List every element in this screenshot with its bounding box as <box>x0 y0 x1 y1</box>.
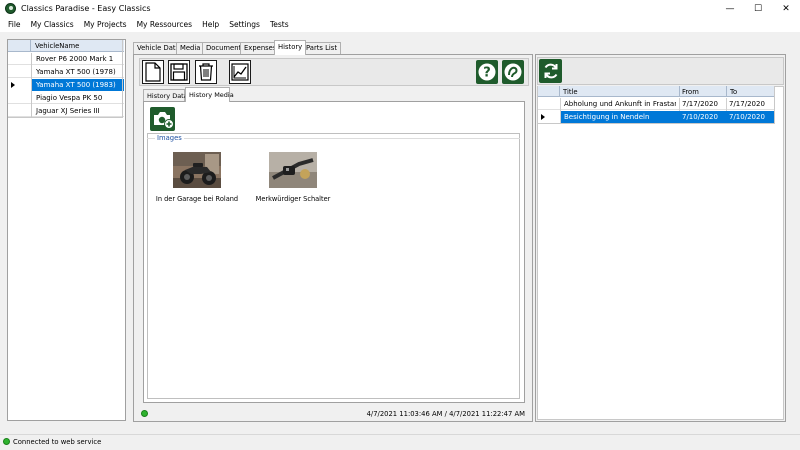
web-service-status-icon <box>3 438 10 445</box>
save-icon <box>170 63 188 81</box>
minimize-icon: — <box>725 4 735 14</box>
history-title: Abholung und Ankunft in Frastanz <box>564 100 676 108</box>
trash-icon <box>199 63 213 81</box>
vehicle-name: Yamaha XT 500 (1983) <box>36 81 116 89</box>
title-column-header[interactable]: Title <box>563 88 578 96</box>
vehicle-name: Rover P6 2000 Mark 1 <box>36 55 114 63</box>
chart-icon <box>231 63 249 81</box>
chart-button[interactable] <box>229 60 251 84</box>
vehicle-name-column-header[interactable]: VehicleName <box>35 42 79 50</box>
maximize-icon: ☐ <box>753 4 763 14</box>
menu-my-classics[interactable]: My Classics <box>26 18 79 32</box>
minimize-button[interactable]: — <box>716 0 744 18</box>
new-document-icon <box>145 62 161 82</box>
close-icon: ✕ <box>782 4 790 14</box>
app-icon <box>5 3 16 14</box>
maximize-button[interactable]: ☐ <box>744 0 772 18</box>
new-button[interactable] <box>142 60 164 84</box>
row-selector-icon <box>541 114 545 120</box>
menu-my-ressources[interactable]: My Ressources <box>132 18 198 32</box>
history-row-0[interactable]: Abholung und Ankunft in Frastanz 7/17/20… <box>538 98 774 110</box>
handlebar-switch-photo-icon <box>269 152 317 188</box>
tab-history-media[interactable]: History Media <box>185 87 234 102</box>
support-icon <box>504 63 522 81</box>
add-image-button[interactable] <box>150 107 175 131</box>
from-column-header[interactable]: From <box>682 88 699 96</box>
vehicle-row-4[interactable]: Jaguar XJ Series III <box>8 105 124 117</box>
vehicle-name: Jaguar XJ Series III <box>36 107 100 115</box>
images-group-label: Images <box>155 134 184 142</box>
tab-history-data[interactable]: History Data <box>143 89 188 101</box>
record-timestamps: 4/7/2021 11:03:46 AM / 4/7/2021 11:22:47… <box>366 410 525 418</box>
camera-add-icon <box>153 112 174 129</box>
to-column-header[interactable]: To <box>730 88 737 96</box>
vehicle-row-0[interactable]: Rover P6 2000 Mark 1 <box>8 53 124 65</box>
vehicle-row-2[interactable]: Yamaha XT 500 (1983) <box>8 79 124 91</box>
history-from: 7/17/2020 <box>682 100 718 108</box>
vehicle-name: Piagio Vespa PK 50 <box>36 94 103 102</box>
tab-media[interactable]: Media <box>176 42 205 54</box>
history-grid <box>537 86 784 420</box>
support-button[interactable] <box>502 60 524 84</box>
refresh-icon <box>544 63 557 79</box>
close-button[interactable]: ✕ <box>772 0 800 18</box>
history-from: 7/10/2020 <box>682 113 718 121</box>
vehicle-name: Yamaha XT 500 (1978) <box>36 68 116 76</box>
connection-status-icon <box>141 410 148 417</box>
image-thumbnail-garage[interactable] <box>173 152 221 188</box>
image-caption: Merkwürdiger Schalter <box>255 195 331 203</box>
image-caption: In der Garage bei Roland <box>155 195 239 203</box>
status-text: Connected to web service <box>13 438 102 446</box>
delete-button[interactable] <box>195 60 217 84</box>
window-title: Classics Paradise - Easy Classics <box>21 4 151 13</box>
history-title: Besichtigung in Nendeln <box>564 113 650 121</box>
svg-text:?: ? <box>483 66 491 81</box>
history-row-1[interactable]: Besichtigung in Nendeln 7/10/2020 7/10/2… <box>538 111 774 123</box>
help-icon: ? <box>478 63 496 81</box>
save-button[interactable] <box>168 60 190 84</box>
menu-help[interactable]: Help <box>197 18 224 32</box>
tab-parts-list[interactable]: Parts List <box>302 42 342 54</box>
menu-settings[interactable]: Settings <box>224 18 265 32</box>
status-bar <box>0 434 800 450</box>
refresh-button[interactable] <box>539 59 562 83</box>
image-thumbnail-switch[interactable] <box>269 152 317 188</box>
menu-my-projects[interactable]: My Projects <box>79 18 132 32</box>
history-list-toolbar <box>537 57 784 85</box>
vehicle-row-3[interactable]: Piagio Vespa PK 50 <box>8 92 124 104</box>
menu-file[interactable]: File <box>0 18 26 32</box>
history-to: 7/17/2020 <box>729 100 765 108</box>
tab-history[interactable]: History <box>274 40 307 55</box>
row-selector-icon <box>11 82 15 88</box>
vehicle-row-1[interactable]: Yamaha XT 500 (1978) <box>8 66 124 78</box>
menu-tests[interactable]: Tests <box>265 18 294 32</box>
motorcycle-photo-icon <box>173 152 221 188</box>
menu-bar: File My Classics My Projects My Ressourc… <box>0 18 800 32</box>
history-to: 7/10/2020 <box>729 113 765 121</box>
help-button[interactable]: ? <box>476 60 498 84</box>
